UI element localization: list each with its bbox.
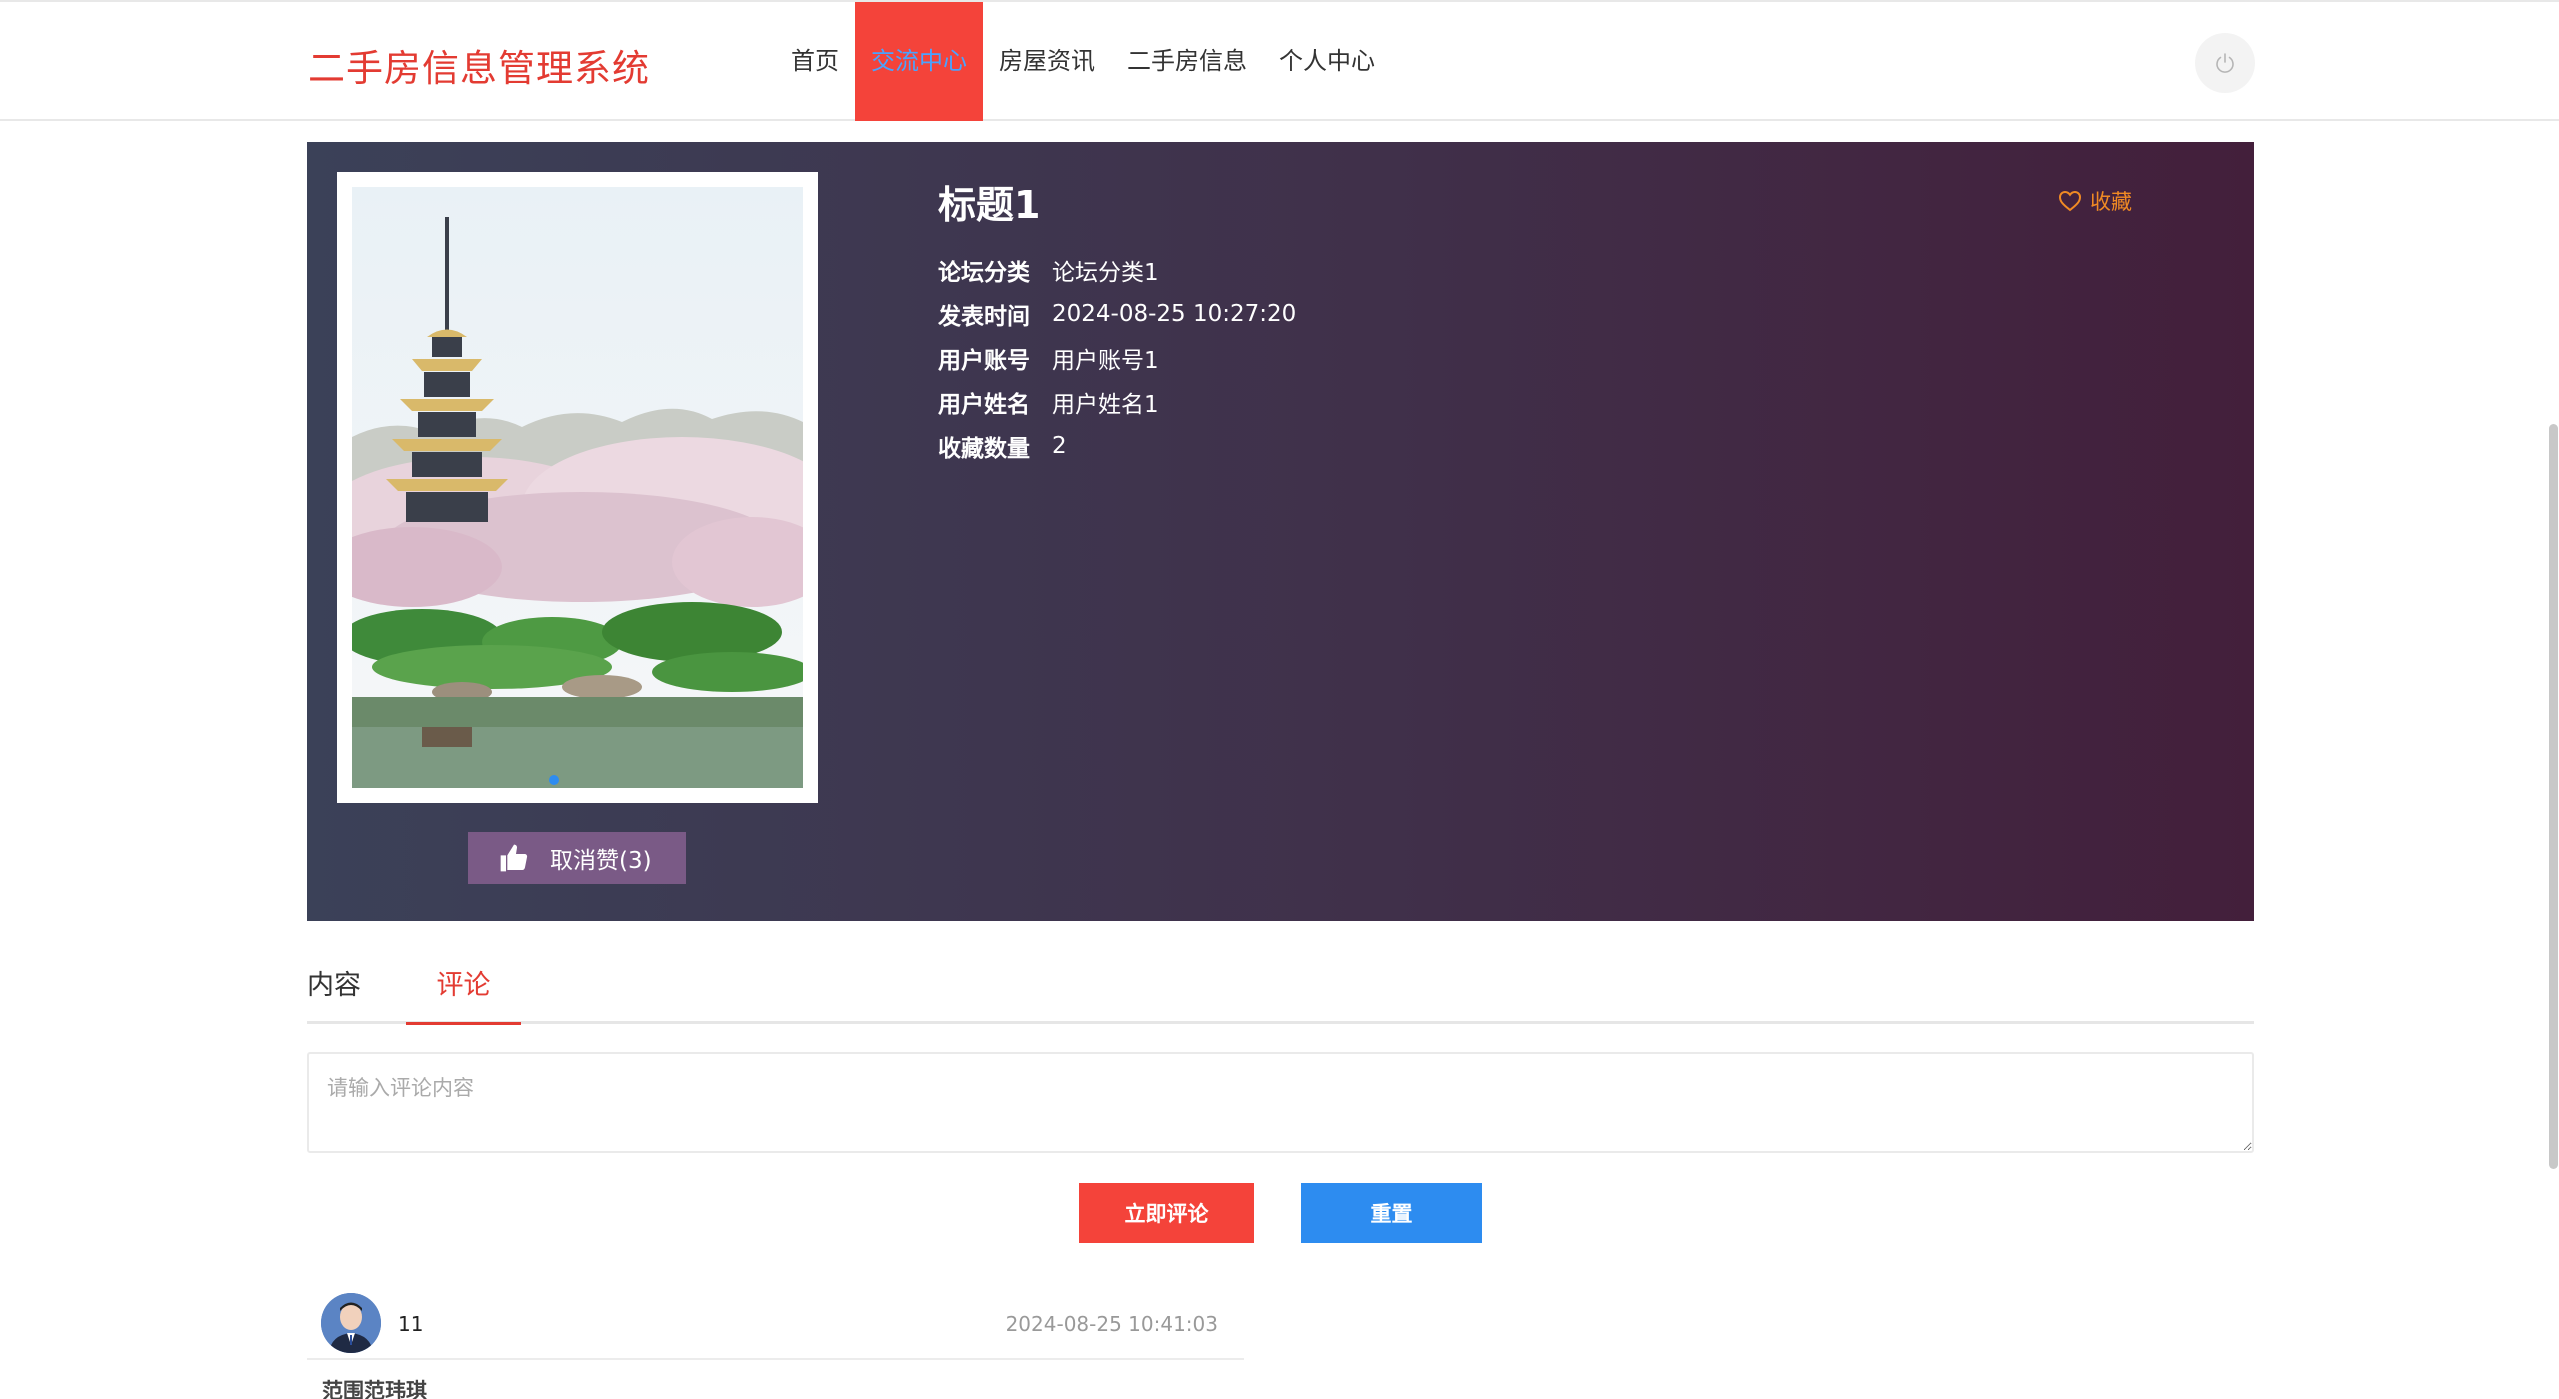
nav-item-news[interactable]: 房屋资讯: [983, 2, 1111, 121]
info-value: 论坛分类1: [1052, 260, 1159, 286]
info-row-account: 用户账号 用户账号1: [938, 336, 1296, 380]
unlike-button[interactable]: 取消赞(3): [468, 832, 686, 884]
comment-text: 范围范玮琪: [322, 1379, 427, 1399]
unlike-label: 取消赞(3): [550, 848, 652, 874]
info-value: 2: [1052, 433, 1067, 459]
info-value: 用户姓名1: [1052, 392, 1159, 418]
nav-item-profile[interactable]: 个人中心: [1263, 2, 1391, 121]
detail-tabs: 内容 评论: [307, 956, 2254, 1025]
tab-comments[interactable]: 评论: [406, 956, 521, 1025]
reset-button[interactable]: 重置: [1301, 1183, 1482, 1243]
page-scrollbar-thumb[interactable]: [2549, 424, 2558, 1169]
power-icon: [2216, 53, 2234, 73]
site-brand[interactable]: 二手房信息管理系统: [308, 38, 650, 92]
info-label: 用户账号: [938, 348, 1030, 374]
heart-icon: [2058, 190, 2082, 212]
nav-item-houses[interactable]: 二手房信息: [1111, 2, 1263, 121]
post-image-carousel[interactable]: [337, 172, 818, 803]
post-image: [352, 187, 803, 788]
nav-item-forum[interactable]: 交流中心: [855, 2, 983, 121]
post-info-list: 论坛分类 论坛分类1 发表时间 2024-08-25 10:27:20 用户账号…: [938, 248, 1296, 468]
comment-input[interactable]: [307, 1052, 2254, 1153]
nav-item-home[interactable]: 首页: [775, 2, 855, 121]
info-label: 发表时间: [938, 304, 1030, 330]
comment-item: 11 2024-08-25 10:41:03: [307, 1290, 1244, 1360]
info-value: 2024-08-25 10:27:20: [1052, 301, 1297, 327]
info-row-published: 发表时间 2024-08-25 10:27:20: [938, 292, 1296, 336]
comment-username: 11: [398, 1312, 424, 1336]
info-label: 收藏数量: [938, 436, 1030, 462]
post-detail-banner: 取消赞(3) 标题1 收藏 论坛分类 论坛分类1 发表时间 2024-08-25…: [307, 142, 2254, 921]
info-label: 用户姓名: [938, 392, 1030, 418]
info-row-category: 论坛分类 论坛分类1: [938, 248, 1296, 292]
info-label: 论坛分类: [938, 260, 1030, 286]
carousel-indicator-dot[interactable]: [549, 775, 559, 785]
thumbs-up-icon: [500, 844, 528, 872]
user-avatar-image: [321, 1293, 381, 1353]
logout-button[interactable]: [2195, 33, 2255, 93]
favorite-label: 收藏: [2090, 190, 2132, 214]
avatar: [321, 1293, 381, 1353]
submit-comment-button[interactable]: 立即评论: [1079, 1183, 1254, 1243]
tab-content[interactable]: 内容: [307, 956, 387, 1024]
post-title: 标题1: [938, 183, 1041, 227]
info-row-username: 用户姓名 用户姓名1: [938, 380, 1296, 424]
comment-timestamp: 2024-08-25 10:41:03: [1005, 1312, 1218, 1336]
info-value: 用户账号1: [1052, 348, 1159, 374]
info-row-favorites: 收藏数量 2: [938, 424, 1296, 468]
page: 二手房信息管理系统 首页 交流中心 房屋资讯 二手房信息 个人中心 取消赞(3)…: [0, 0, 2559, 1399]
main-nav: 首页 交流中心 房屋资讯 二手房信息 个人中心: [775, 2, 1391, 121]
pagoda-landscape-image: [352, 187, 803, 788]
favorite-button[interactable]: 收藏: [2058, 186, 2132, 216]
top-navbar: 二手房信息管理系统 首页 交流中心 房屋资讯 二手房信息 个人中心: [0, 0, 2559, 121]
